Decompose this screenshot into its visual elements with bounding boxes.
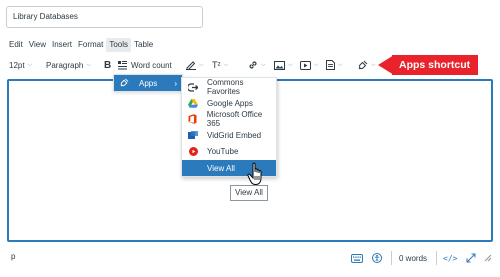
highlight-color-button[interactable]: ⌵ [183, 56, 209, 74]
menu-insert[interactable]: Insert [49, 38, 75, 52]
apps-shortcut-annotation: Apps shortcut [399, 59, 471, 71]
menu-tools[interactable]: Tools [106, 38, 132, 52]
chevron-down-icon: ⌵ [86, 61, 91, 68]
document-icon [326, 60, 335, 70]
editor-toolbar: 12pt ⌵ Paragraph ⌵ B Word count ⌵ T² ⌵ ⌵… [6, 56, 381, 74]
submenu-item-label: Google Apps [207, 98, 253, 108]
submenu-item-microsoft-office-365[interactable]: Microsoft Office 365 [182, 110, 276, 128]
vidgrid-icon [188, 130, 198, 140]
blank-icon [188, 163, 198, 173]
chevron-down-icon: ⌵ [223, 61, 229, 68]
media-icon [300, 60, 311, 70]
accessibility-icon[interactable] [372, 251, 382, 265]
element-path[interactable]: p [11, 252, 15, 261]
submenu-item-label: Commons Favorites [207, 78, 244, 96]
image-button[interactable]: ⌵ [271, 56, 297, 74]
block-format-value: Paragraph [46, 60, 84, 70]
superscript-button[interactable]: T² ⌵ [209, 56, 237, 74]
bold-button[interactable]: B [101, 56, 115, 74]
submenu-item-youtube[interactable]: YouTube [182, 143, 276, 159]
office-365-icon [188, 114, 198, 124]
chevron-down-icon: ⌵ [371, 61, 376, 68]
chevron-down-icon: ⌵ [199, 61, 204, 68]
youtube-icon [188, 146, 198, 156]
submenu-item-vidgrid-embed[interactable]: VidGrid Embed [182, 127, 276, 143]
editor-menubar: Edit View Insert Format Tools Table [6, 38, 156, 52]
chevron-down-icon: ⌵ [338, 61, 343, 68]
submenu-item-label: YouTube [207, 146, 239, 156]
hand-cursor-icon [247, 162, 262, 186]
divider [391, 251, 392, 265]
keyboard-icon[interactable] [351, 251, 363, 265]
link-icon [248, 60, 258, 70]
chevron-down-icon: ⌵ [27, 61, 33, 68]
word-count-status[interactable]: 0 words [399, 251, 427, 265]
commons-favorites-icon [188, 82, 198, 92]
resize-handle-icon[interactable] [484, 251, 492, 265]
code-view-icon[interactable]: </> [443, 251, 457, 265]
font-size-value: 12pt [9, 60, 25, 70]
image-icon [274, 60, 285, 70]
word-count-icon [118, 60, 127, 70]
menu-format[interactable]: Format [75, 38, 106, 52]
plug-icon [358, 60, 368, 70]
pen-icon [186, 60, 196, 70]
divider [436, 251, 437, 265]
view-all-tooltip: View All [230, 185, 268, 201]
bold-label: B [104, 59, 112, 71]
editor-statusbar: p 0 words </> [6, 248, 494, 268]
submenu-item-label: Microsoft Office 365 [206, 110, 263, 128]
chevron-down-icon: ⌵ [288, 61, 293, 68]
menu-view[interactable]: View [26, 38, 49, 52]
tools-menu-apps-label: Apps [139, 78, 158, 88]
word-count-button[interactable]: Word count [115, 56, 175, 74]
chevron-right-icon: › [174, 78, 177, 88]
plug-icon [120, 78, 129, 89]
menu-edit[interactable]: Edit [6, 38, 26, 52]
block-format-select[interactable]: Paragraph ⌵ [43, 56, 101, 74]
media-button[interactable]: ⌵ [297, 56, 323, 74]
tools-menu-apps[interactable]: Apps › [114, 75, 182, 91]
word-count-label: Word count [131, 60, 172, 70]
google-drive-icon [188, 98, 198, 108]
title-input[interactable]: Library Databases [6, 6, 203, 28]
submenu-item-label: VidGrid Embed [207, 130, 262, 140]
fullscreen-icon[interactable] [466, 251, 476, 265]
chevron-down-icon: ⌵ [261, 61, 266, 68]
submenu-item-commons-favorites[interactable]: Commons Favorites [182, 78, 276, 96]
font-size-select[interactable]: 12pt ⌵ [6, 56, 43, 74]
chevron-down-icon: ⌵ [314, 61, 319, 68]
document-button[interactable]: ⌵ [323, 56, 349, 74]
link-button[interactable]: ⌵ [245, 56, 271, 74]
submenu-item-label: View All [207, 163, 235, 173]
superscript-label: T² [212, 60, 221, 70]
menu-table[interactable]: Table [131, 38, 156, 52]
submenu-item-google-apps[interactable]: Google Apps [182, 95, 276, 111]
tools-menu: Apps › [113, 74, 183, 92]
